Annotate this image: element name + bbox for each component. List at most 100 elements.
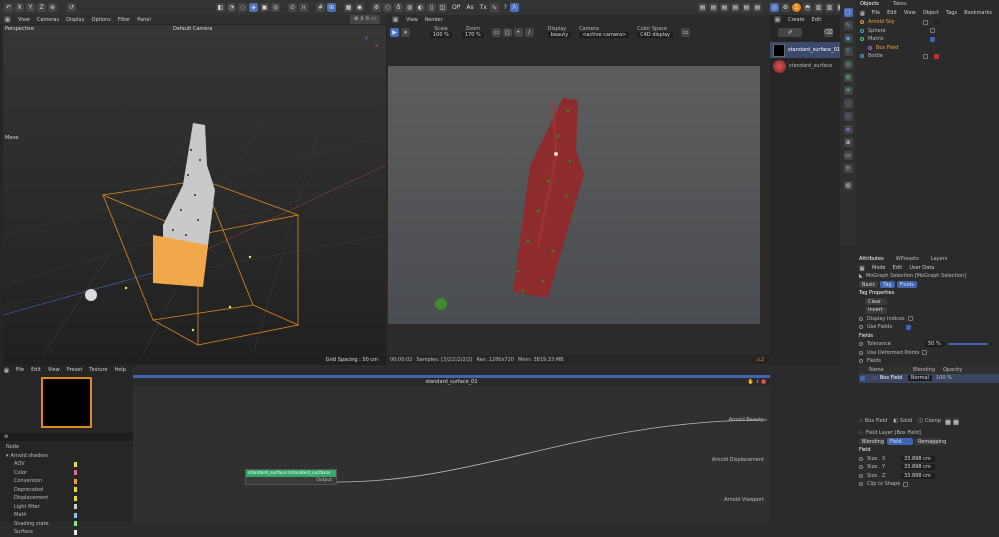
nb-menu-texture[interactable]: Texture bbox=[89, 367, 107, 373]
object-menu-file[interactable]: File bbox=[872, 10, 880, 16]
keyframe-icon[interactable] bbox=[859, 465, 863, 470]
tag-icon[interactable]: ◫ bbox=[438, 3, 447, 12]
layer-tab-remapping[interactable]: Remapping bbox=[915, 438, 946, 446]
region-icon[interactable]: ▭ bbox=[491, 27, 501, 37]
menu-options[interactable]: Options bbox=[92, 17, 111, 23]
field-tool-icon[interactable]: ◇ bbox=[843, 112, 853, 121]
object-row[interactable]: Bottle bbox=[856, 52, 999, 61]
fields-extra2-icon[interactable]: ▦ bbox=[952, 417, 959, 426]
invert-button[interactable]: Invert bbox=[865, 306, 887, 314]
s-logo-icon[interactable]: S bbox=[792, 3, 801, 12]
subtab-basic[interactable]: Basic bbox=[859, 281, 879, 289]
volume-icon[interactable]: ◈ bbox=[843, 125, 853, 134]
port-arnold-viewport[interactable]: Arnold Viewport bbox=[724, 497, 764, 503]
render-view-icon[interactable]: ◉ bbox=[355, 3, 364, 12]
node-category-item[interactable]: Conversion bbox=[6, 477, 133, 486]
film3-icon[interactable]: ▤ bbox=[720, 3, 729, 12]
colorspace-select[interactable]: C4D display bbox=[637, 32, 674, 38]
material-grid-icon[interactable]: ▦ bbox=[774, 16, 781, 23]
nb-menu-help[interactable]: Help bbox=[115, 367, 126, 373]
deformer-icon[interactable]: ◌ bbox=[843, 99, 853, 108]
light-icon[interactable]: ○ bbox=[383, 3, 392, 12]
shader-icon[interactable]: ◐ bbox=[416, 3, 425, 12]
nb-menu-edit[interactable]: Edit bbox=[31, 367, 41, 373]
keyframe-icon[interactable] bbox=[859, 342, 863, 347]
menu-panel[interactable]: Panel bbox=[137, 17, 151, 23]
solid-tool-label[interactable]: Solid bbox=[900, 418, 912, 424]
node-category-item[interactable]: Math bbox=[6, 511, 133, 520]
bulb-icon[interactable]: ♁ bbox=[394, 3, 403, 12]
as-label[interactable]: As bbox=[466, 4, 473, 11]
op-label[interactable]: OP bbox=[452, 4, 460, 11]
object-menu-view[interactable]: View bbox=[904, 10, 916, 16]
axis-z-button[interactable]: Z bbox=[37, 3, 46, 12]
material-item[interactable]: standard_surface_01 bbox=[770, 42, 840, 58]
material-delete-icon[interactable]: ⌫ bbox=[824, 27, 833, 37]
curve-icon[interactable]: ∿ bbox=[489, 3, 499, 12]
film2-icon[interactable]: ▤ bbox=[709, 3, 718, 12]
field-opacity[interactable]: 100 % bbox=[936, 375, 952, 381]
generator-icon[interactable]: ◎ bbox=[843, 60, 853, 69]
attributes-menu-edit[interactable]: Edit bbox=[893, 265, 903, 271]
keyframe-icon[interactable] bbox=[859, 482, 863, 487]
film5-icon[interactable]: ▤ bbox=[742, 3, 751, 12]
render-region-icon[interactable]: ▦ bbox=[344, 3, 353, 12]
tab-layers[interactable]: Layers bbox=[931, 256, 948, 262]
render-canvas[interactable] bbox=[388, 66, 760, 324]
axis-x-button[interactable]: X bbox=[15, 3, 24, 12]
field-layer-row[interactable]: ◇ Box Field Normal 100 % bbox=[859, 374, 999, 383]
node-category-item[interactable]: Color bbox=[6, 469, 133, 478]
node-search-bar[interactable]: ⚙ bbox=[0, 433, 133, 441]
nb-menu-file[interactable]: File bbox=[16, 367, 24, 373]
node-category-item[interactable]: AOV bbox=[6, 460, 133, 469]
settings-icon[interactable]: ⚙ bbox=[781, 3, 790, 12]
clear-button[interactable]: Clear bbox=[865, 298, 887, 306]
effector-icon[interactable]: ✲ bbox=[843, 86, 853, 95]
nb-menu-view[interactable]: View bbox=[48, 367, 60, 373]
coordinate-system-icon[interactable]: ⊕ bbox=[48, 3, 57, 12]
clip-checkbox[interactable] bbox=[903, 481, 909, 487]
object-menu-edit[interactable]: Edit bbox=[887, 10, 897, 16]
object-row[interactable]: Matrix bbox=[856, 35, 999, 44]
use-deformed-checkbox[interactable] bbox=[922, 350, 928, 356]
render-menu-render[interactable]: Render bbox=[425, 17, 443, 23]
menu-view[interactable]: View bbox=[18, 17, 30, 23]
object-row[interactable]: Arnold Sky bbox=[856, 18, 999, 27]
node-output-port[interactable]: Output bbox=[316, 478, 332, 483]
display-indices-checkbox[interactable] bbox=[907, 316, 913, 322]
field-blend-select[interactable]: Normal bbox=[907, 375, 932, 382]
axis-y-button[interactable]: Y bbox=[26, 3, 35, 12]
object-row[interactable]: Box Field bbox=[856, 44, 999, 53]
help-label[interactable]: ? bbox=[504, 4, 507, 11]
tab-wpresets[interactable]: WPresets bbox=[896, 256, 919, 262]
uv-mode-icon[interactable]: ◎ bbox=[271, 3, 280, 12]
undo-icon[interactable]: ↶ bbox=[4, 3, 13, 12]
workplane-icon[interactable]: ⊞ bbox=[327, 3, 336, 12]
dot-icon[interactable]: • bbox=[513, 27, 523, 37]
snapshot-icon[interactable]: ▭ bbox=[681, 27, 691, 37]
sphere-light-icon[interactable]: ◍ bbox=[405, 3, 414, 12]
text-tool-icon[interactable]: T bbox=[843, 47, 853, 56]
menu-filter[interactable]: Filter bbox=[118, 17, 130, 23]
viewport-nav-icons[interactable]: ⊕ ⇕ ↻ ▭ bbox=[350, 15, 380, 24]
fields-extra-icon[interactable]: ▦ bbox=[944, 417, 951, 426]
cube-tool-icon[interactable]: ▢ bbox=[843, 8, 853, 17]
nb-menu-preset[interactable]: Preset bbox=[67, 367, 83, 373]
play-icon[interactable]: ▶ bbox=[390, 27, 399, 37]
object-menu-tags[interactable]: Tags bbox=[946, 10, 957, 16]
object-visibility[interactable] bbox=[923, 53, 928, 59]
render-grid-icon[interactable]: ▦ bbox=[392, 16, 399, 23]
size-y-field[interactable]: 33.898 cm bbox=[901, 464, 935, 471]
zoom-field[interactable]: 170 % bbox=[461, 32, 484, 38]
snap-icon[interactable]: ⊙ bbox=[288, 3, 297, 12]
viewport-canvas[interactable]: Perspective Default Camera Move Grid Spa… bbox=[3, 25, 386, 365]
camera-tool-icon[interactable]: ▭ bbox=[843, 151, 853, 160]
node-category-item[interactable]: Shading state bbox=[6, 520, 133, 529]
standard-surface-node[interactable]: standard_surface (standard_surface) Outp… bbox=[245, 469, 337, 485]
tolerance-slider[interactable] bbox=[947, 343, 988, 346]
layout2-icon[interactable]: ▥ bbox=[825, 3, 834, 12]
material-menu-edit[interactable]: Edit bbox=[812, 17, 822, 23]
light-tool-icon[interactable]: ☼ bbox=[843, 164, 853, 173]
object-visibility[interactable] bbox=[930, 28, 935, 34]
keyframe-icon[interactable] bbox=[859, 316, 863, 321]
